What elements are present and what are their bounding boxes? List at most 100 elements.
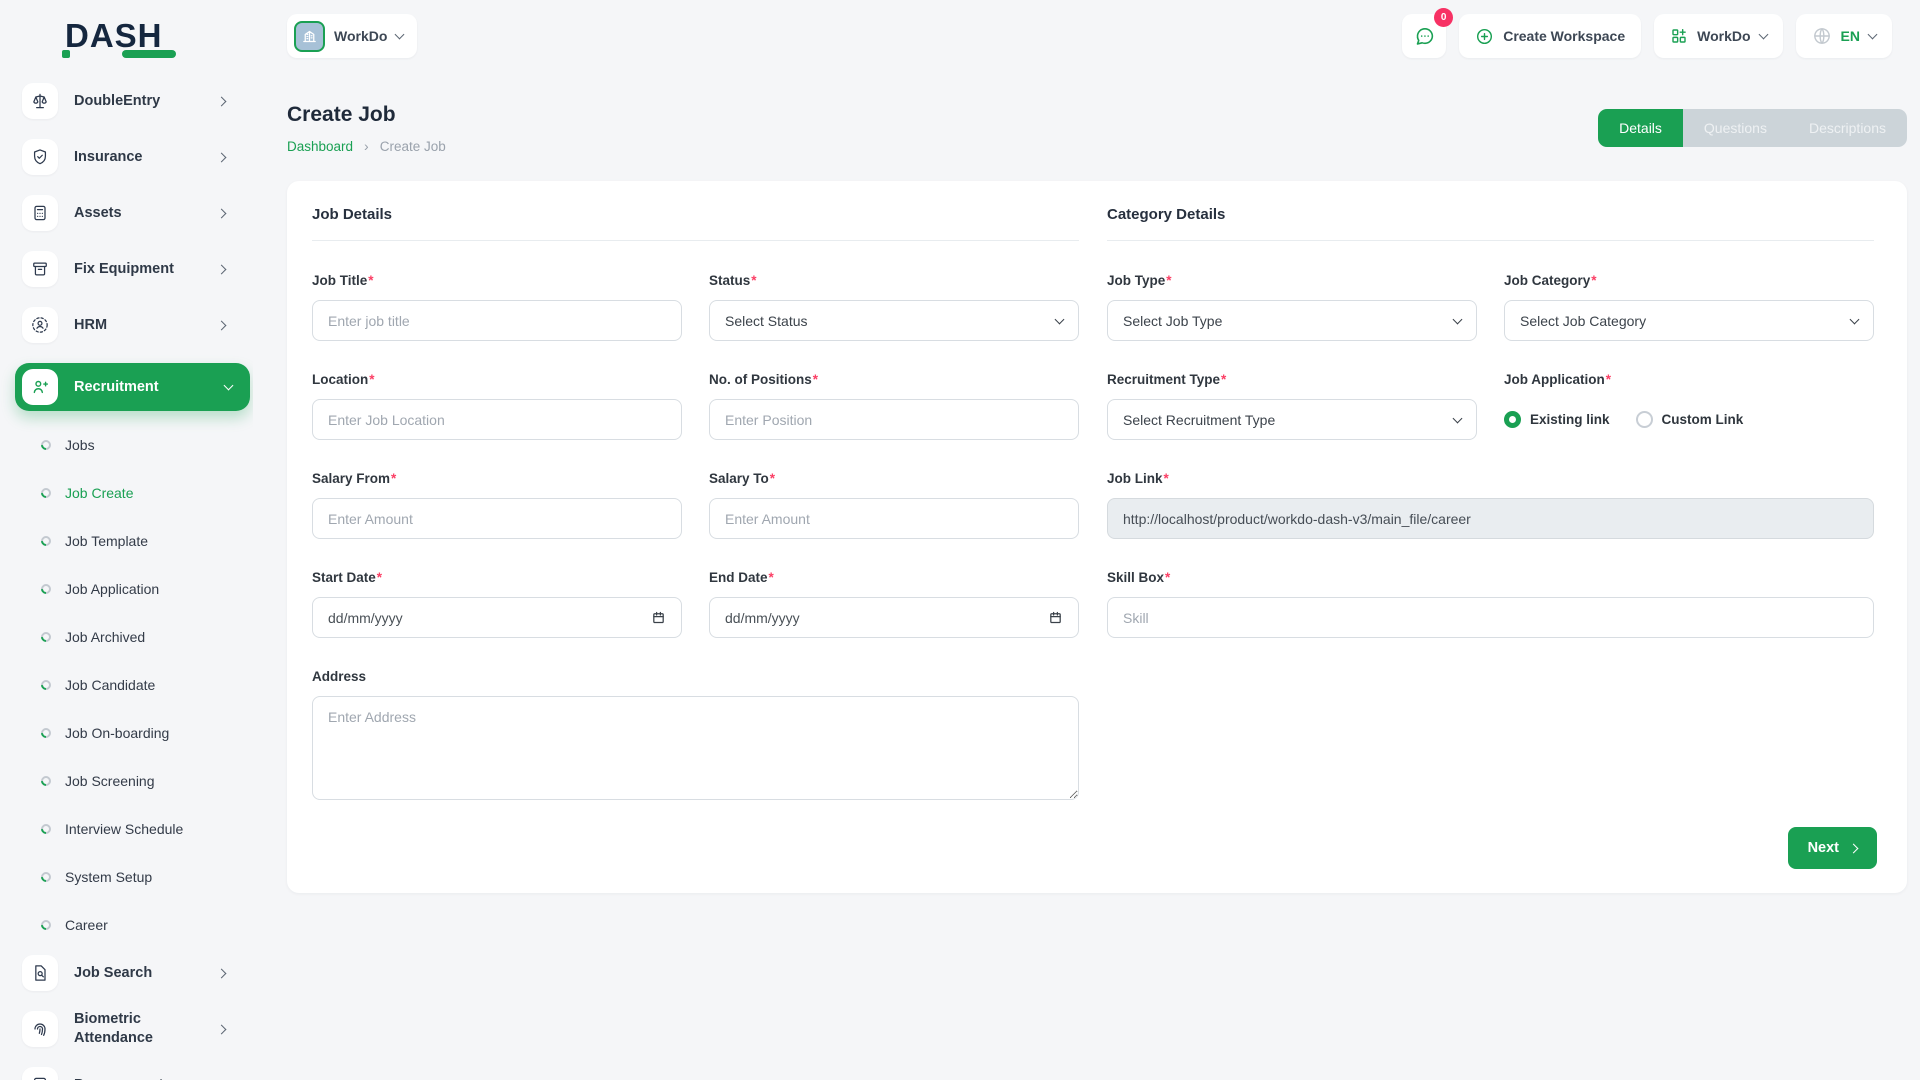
submenu-item-job-template[interactable]: Job Template	[0, 517, 253, 565]
salary-from-input[interactable]	[312, 498, 682, 539]
chevron-right-icon	[217, 320, 227, 330]
submenu-item-job-create[interactable]: Job Create	[0, 469, 253, 517]
app-dropdown-button[interactable]: WorkDo	[1654, 14, 1782, 58]
start-date-input[interactable]: dd/mm/yyyy	[312, 597, 682, 638]
status-select[interactable]: Select Status	[709, 300, 1079, 341]
sidebar-item-assets[interactable]: Assets	[22, 195, 225, 231]
app-dropdown-label: WorkDo	[1697, 28, 1750, 44]
job-title-field: Job Title*	[312, 273, 682, 341]
custom-link-radio[interactable]: Custom Link	[1636, 411, 1744, 428]
globe-icon	[1812, 26, 1832, 46]
sidebar-item-label: Fix Equipment	[74, 261, 174, 277]
submenu-label: Job Screening	[65, 773, 155, 789]
job-category-select[interactable]: Select Job Category	[1504, 300, 1874, 341]
required-marker: *	[1591, 273, 1596, 288]
submenu-item-job-candidate[interactable]: Job Candidate	[0, 661, 253, 709]
bullet-icon	[39, 822, 53, 836]
next-button[interactable]: Next	[1788, 827, 1877, 869]
next-button-label: Next	[1808, 840, 1839, 856]
job-category-select-value: Select Job Category	[1520, 313, 1646, 329]
bullet-icon	[39, 438, 53, 452]
chevron-down-icon	[1850, 314, 1860, 324]
sidebar-item-label: Job Search	[74, 965, 152, 981]
required-marker: *	[377, 570, 382, 585]
location-input[interactable]	[312, 399, 682, 440]
recruitment-type-select[interactable]: Select Recruitment Type	[1107, 399, 1477, 440]
main-content: Create Job Dashboard › Create Job Detail…	[253, 72, 1920, 1080]
skill-input[interactable]	[1107, 597, 1874, 638]
sidebar-item-recruitment[interactable]: Recruitment	[15, 363, 250, 411]
sidebar-item-insurance[interactable]: Insurance	[22, 139, 225, 175]
job-link-input[interactable]	[1107, 498, 1874, 539]
submenu-label: Interview Schedule	[65, 821, 183, 837]
logo-dash-bar	[122, 50, 176, 58]
skill-box-label: Skill Box*	[1107, 570, 1874, 585]
job-type-select-value: Select Job Type	[1123, 313, 1222, 329]
tab-descriptions[interactable]: Descriptions	[1788, 109, 1907, 147]
submenu-item-interview-schedule[interactable]: Interview Schedule	[0, 805, 253, 853]
required-marker: *	[1606, 372, 1611, 387]
sidebar-item-label: Insurance	[74, 149, 143, 165]
sidebar-item-doubleentry[interactable]: DoubleEntry	[22, 83, 225, 119]
sidebar-item-label: Biometric Attendance	[74, 1010, 194, 1048]
submenu-item-job-application[interactable]: Job Application	[0, 565, 253, 613]
tab-details[interactable]: Details	[1598, 109, 1683, 147]
required-marker: *	[1166, 273, 1171, 288]
submenu-item-system-setup[interactable]: System Setup	[0, 853, 253, 901]
address-textarea[interactable]	[312, 696, 1079, 800]
create-workspace-button[interactable]: Create Workspace	[1459, 14, 1641, 58]
start-date-label: Start Date*	[312, 570, 682, 585]
recruitment-type-select-value: Select Recruitment Type	[1123, 412, 1275, 428]
sidebar-item-procurement[interactable]: Procurement	[22, 1067, 225, 1080]
submenu-item-job-onboarding[interactable]: Job On-boarding	[0, 709, 253, 757]
chevron-right-icon	[217, 968, 227, 978]
job-type-label: Job Type*	[1107, 273, 1477, 288]
chat-icon	[1414, 26, 1435, 47]
create-job-card: Job Details Job Title* Status* Select St…	[287, 181, 1907, 893]
existing-link-radio[interactable]: Existing link	[1504, 411, 1610, 428]
submenu-item-job-archived[interactable]: Job Archived	[0, 613, 253, 661]
location-label: Location*	[312, 372, 682, 387]
submenu-item-career[interactable]: Career	[0, 901, 253, 949]
end-date-value: dd/mm/yyyy	[725, 610, 800, 626]
sidebar-item-hrm[interactable]: HRM	[22, 307, 225, 343]
positions-input[interactable]	[709, 399, 1079, 440]
salary-to-input[interactable]	[709, 498, 1079, 539]
sidebar-item-job-search[interactable]: Job Search	[22, 955, 225, 991]
percent-doc-icon	[22, 1067, 58, 1080]
job-type-select[interactable]: Select Job Type	[1107, 300, 1477, 341]
radio-dot-icon	[1504, 411, 1521, 428]
messages-button[interactable]: 0	[1402, 14, 1446, 58]
submenu-item-job-screening[interactable]: Job Screening	[0, 757, 253, 805]
workspace-switcher[interactable]: WorkDo	[287, 14, 417, 58]
category-details-section: Category Details Job Type* Select Job Ty…	[1107, 206, 1874, 836]
start-date-field: Start Date* dd/mm/yyyy	[312, 570, 682, 638]
sidebar-item-label: HRM	[74, 317, 107, 333]
bullet-icon	[39, 678, 53, 692]
chevron-right-icon	[217, 208, 227, 218]
app-logo[interactable]: DASH	[0, 17, 253, 55]
calendar-icon	[1048, 610, 1063, 625]
section-divider	[1107, 240, 1874, 241]
breadcrumb: Dashboard › Create Job	[287, 138, 446, 154]
chevron-down-icon	[1868, 30, 1878, 40]
logo-dot	[62, 50, 70, 58]
job-details-section: Job Details Job Title* Status* Select St…	[312, 206, 1079, 836]
end-date-input[interactable]: dd/mm/yyyy	[709, 597, 1079, 638]
job-link-label: Job Link*	[1107, 471, 1874, 486]
radio-dot-icon	[1636, 411, 1653, 428]
language-selector[interactable]: EN	[1796, 14, 1892, 58]
sidebar-item-fix-equipment[interactable]: Fix Equipment	[22, 251, 225, 287]
required-marker: *	[1165, 570, 1170, 585]
job-title-label: Job Title*	[312, 273, 682, 288]
job-title-input[interactable]	[312, 300, 682, 341]
chevron-right-icon	[217, 96, 227, 106]
tab-questions[interactable]: Questions	[1683, 109, 1788, 147]
breadcrumb-dashboard-link[interactable]: Dashboard	[287, 139, 353, 154]
job-application-field: Job Application* Existing link Custom Li…	[1504, 372, 1874, 440]
recruitment-submenu: Jobs Job Create Job Template Job Applica…	[0, 421, 253, 949]
submenu-item-jobs[interactable]: Jobs	[0, 421, 253, 469]
sidebar-item-biometric-attendance[interactable]: Biometric Attendance	[22, 1011, 225, 1047]
bullet-icon	[39, 582, 53, 596]
section-title-category-details: Category Details	[1107, 206, 1874, 223]
